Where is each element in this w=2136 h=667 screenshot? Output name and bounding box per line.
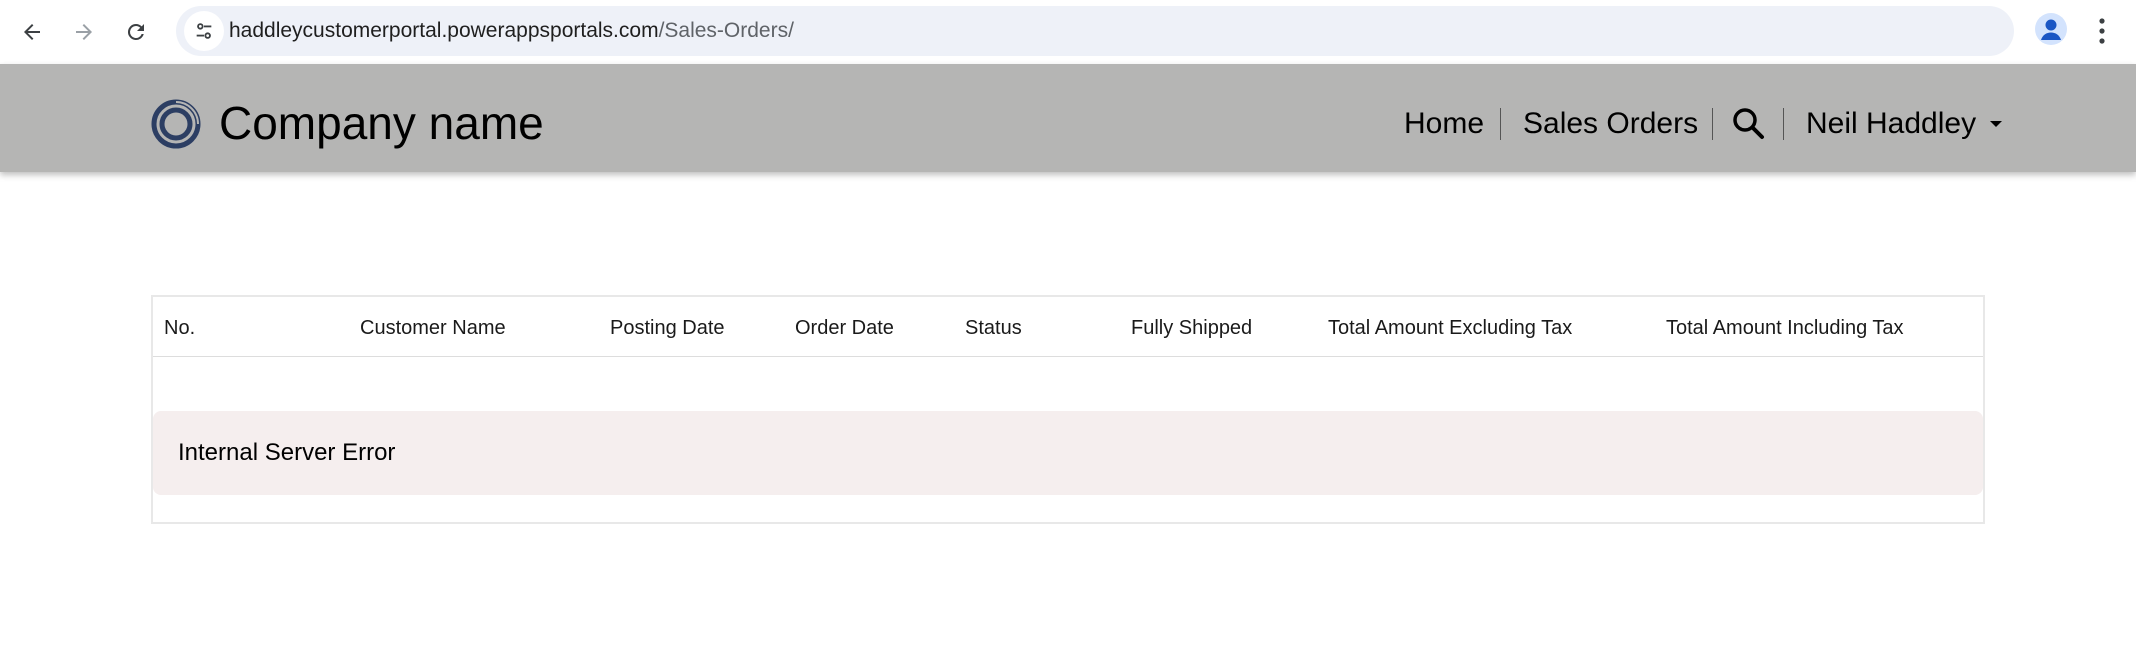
table-header: No. Customer Name Posting Date Order Dat… [153, 297, 1983, 357]
caret-down-icon [1990, 121, 2003, 127]
nav-home[interactable]: Home [1404, 105, 1484, 143]
reload-icon [127, 23, 144, 40]
search-icon[interactable] [1731, 106, 1765, 140]
nav-divider [1783, 108, 1784, 140]
column-header-no[interactable]: No. [164, 316, 195, 340]
column-header-total-excluding-tax[interactable]: Total Amount Excluding Tax [1328, 316, 1572, 340]
nav-sales-orders-label: Sales Orders [1523, 107, 1699, 140]
error-message: Internal Server Error [178, 439, 396, 466]
column-header-order-date[interactable]: Order Date [795, 316, 894, 340]
nav-divider [1500, 108, 1501, 140]
tune-icon [196, 23, 212, 39]
column-header-total-including-tax[interactable]: Total Amount Including Tax [1666, 316, 1904, 340]
url-host: haddleycustomerportal.powerappsportals.c… [229, 19, 659, 42]
browser-toolbar: haddleycustomerportal.powerappsportals.c… [0, 0, 2136, 64]
site-header: Company name Home Sales Orders Neil Hadd… [0, 64, 2136, 172]
nav-sales-orders[interactable]: Sales Orders [1523, 105, 1698, 143]
reload-button[interactable] [116, 12, 156, 52]
nav-divider [1712, 108, 1713, 140]
column-header-status[interactable]: Status [965, 316, 1022, 340]
company-name[interactable]: Company name [219, 95, 544, 151]
site-info-button[interactable] [184, 11, 224, 51]
sales-orders-table: No. Customer Name Posting Date Order Dat… [151, 295, 1985, 524]
url-text[interactable]: haddleycustomerportal.powerappsportals.c… [229, 19, 794, 43]
url-path: /Sales-Orders/ [658, 19, 794, 42]
address-bar[interactable]: haddleycustomerportal.powerappsportals.c… [176, 6, 2014, 56]
column-header-posting-date[interactable]: Posting Date [610, 316, 725, 340]
error-alert: Internal Server Error [153, 411, 1983, 495]
user-name: Neil Haddley [1806, 107, 1977, 140]
person-icon [2041, 19, 2061, 40]
three-dots-icon[interactable] [2090, 14, 2114, 48]
column-header-customer-name[interactable]: Customer Name [360, 316, 506, 340]
arrow-left-icon [24, 24, 40, 40]
user-menu[interactable]: Neil Haddley [1806, 105, 2003, 143]
forward-button[interactable] [64, 12, 104, 52]
profile-button[interactable] [2035, 13, 2067, 45]
back-button[interactable] [12, 12, 52, 52]
company-logo-icon[interactable] [151, 99, 201, 149]
column-header-fully-shipped[interactable]: Fully Shipped [1131, 316, 1252, 340]
arrow-right-icon [76, 24, 92, 40]
nav-home-label: Home [1404, 107, 1485, 140]
